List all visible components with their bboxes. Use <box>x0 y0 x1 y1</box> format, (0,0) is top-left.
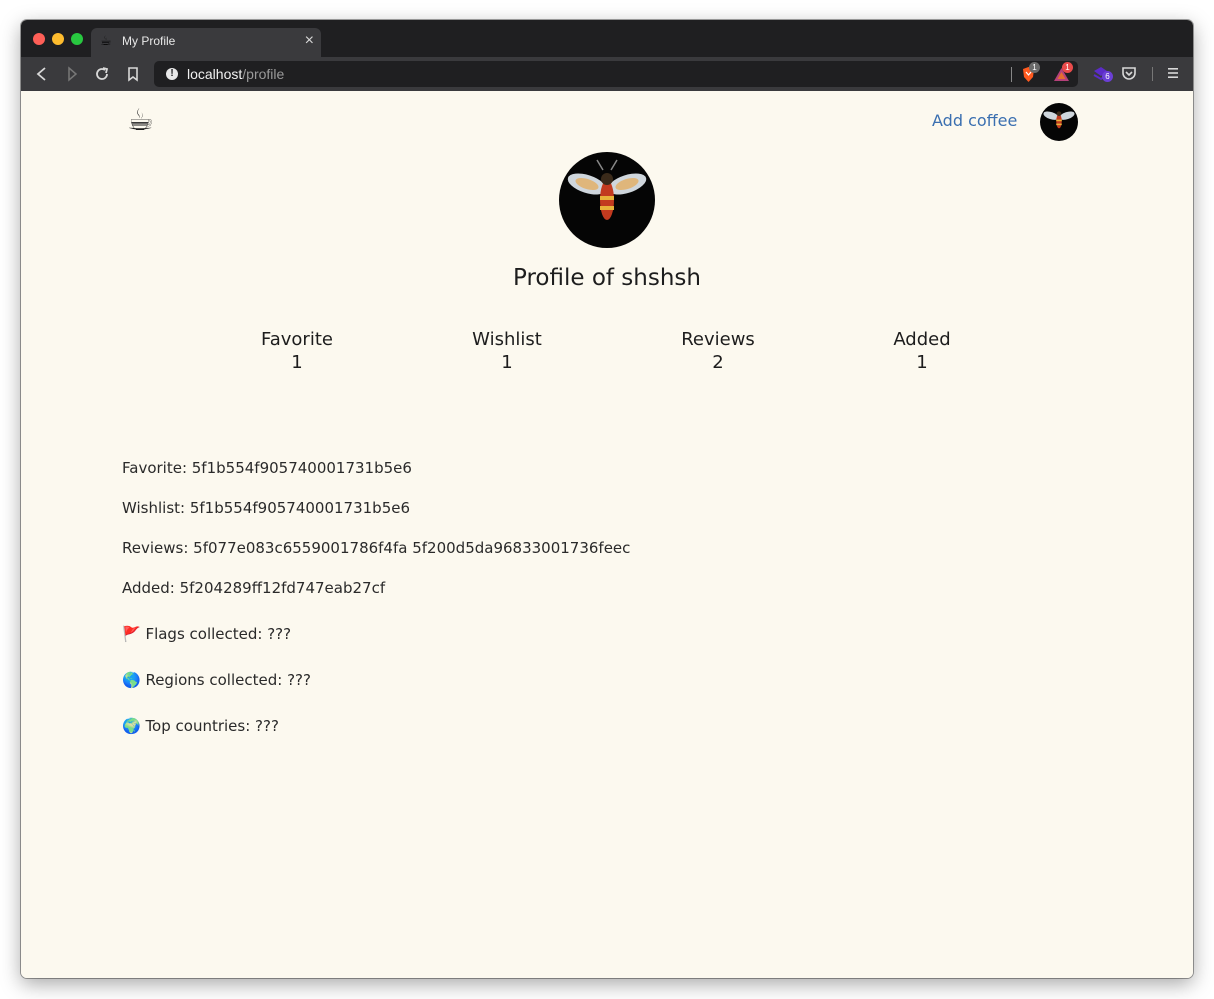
minimize-window-button[interactable] <box>52 33 64 45</box>
brave-rewards-icon[interactable]: 1 <box>1053 62 1073 83</box>
detail-top-countries: 🌍 Top countries: ??? <box>122 717 279 735</box>
reload-button[interactable] <box>93 65 111 83</box>
navigation-toolbar: ! localhost/profile 1 1 6 <box>21 57 1193 91</box>
page-title: Profile of shshsh <box>513 265 701 291</box>
coffee-cup-icon: ☕ <box>100 34 112 49</box>
stat-value: 1 <box>291 352 303 373</box>
stat-value: 1 <box>501 352 513 373</box>
extension-icon[interactable]: 6 <box>1092 65 1113 82</box>
brave-rewards-badge: 1 <box>1062 62 1073 73</box>
close-window-button[interactable] <box>33 33 45 45</box>
zoom-window-button[interactable] <box>71 33 83 45</box>
forward-button[interactable] <box>63 65 81 83</box>
stat-added: Added 1 <box>852 328 992 374</box>
stat-label: Favorite <box>261 329 333 350</box>
brave-shield-badge: 1 <box>1029 62 1040 73</box>
back-button[interactable] <box>33 65 51 83</box>
stat-wishlist: Wishlist 1 <box>437 328 577 374</box>
url-host: localhost <box>187 66 243 82</box>
user-avatar[interactable] <box>1040 103 1078 141</box>
url-separator <box>1011 67 1012 82</box>
detail-regions: 🌎 Regions collected: ??? <box>122 671 311 689</box>
extension-badge: 6 <box>1102 71 1113 82</box>
brave-shield-icon[interactable]: 1 <box>1020 62 1040 83</box>
stat-label: Wishlist <box>472 329 542 350</box>
address-bar[interactable]: ! localhost/profile 1 1 <box>154 61 1078 87</box>
toolbar-separator <box>1152 67 1153 81</box>
profile-avatar <box>559 152 655 248</box>
back-icon <box>36 67 46 81</box>
tab-bar: ☕ My Profile × <box>21 20 1193 57</box>
pocket-icon[interactable] <box>1121 65 1137 85</box>
browser-window: ☕ My Profile × ! localhost/profile 1 1 6… <box>21 20 1193 978</box>
bookmark-button[interactable] <box>124 65 142 83</box>
url-text[interactable]: localhost/profile <box>187 66 284 82</box>
bookmark-icon <box>128 67 138 82</box>
detail-reviews: Reviews: 5f077e083c6559001786f4fa 5f200d… <box>122 539 631 557</box>
detail-favorite: Favorite: 5f1b554f905740001731b5e6 <box>122 459 412 477</box>
coffee-logo[interactable]: ☕ <box>127 101 154 141</box>
detail-flags: 🚩 Flags collected: ??? <box>122 625 292 643</box>
site-info-icon[interactable]: ! <box>166 68 178 80</box>
close-tab-icon[interactable]: × <box>305 32 314 50</box>
tab-title: My Profile <box>122 34 176 48</box>
detail-added: Added: 5f204289ff12fd747eab27cf <box>122 579 386 597</box>
stat-reviews: Reviews 2 <box>648 328 788 374</box>
add-coffee-link[interactable]: Add coffee <box>932 111 1017 130</box>
menu-icon[interactable] <box>1166 65 1180 85</box>
stat-label: Reviews <box>681 329 755 350</box>
forward-icon <box>68 66 78 82</box>
stat-favorite: Favorite 1 <box>227 328 367 374</box>
tab-my-profile[interactable]: ☕ My Profile × <box>91 28 321 57</box>
stat-value: 1 <box>916 352 928 373</box>
detail-wishlist: Wishlist: 5f1b554f905740001731b5e6 <box>122 499 411 517</box>
page-content: ☕ Add coffee Profile of shshsh Favorite … <box>21 91 1193 978</box>
reload-icon <box>96 67 109 80</box>
url-path: /profile <box>242 66 285 82</box>
stat-value: 2 <box>712 352 724 373</box>
stat-label: Added <box>893 329 951 350</box>
